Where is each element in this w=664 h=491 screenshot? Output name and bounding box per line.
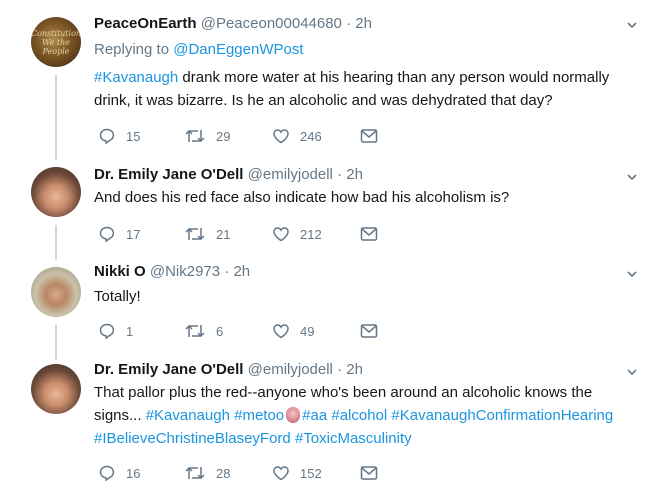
hashtag-link[interactable]: #IBelieveChristineBlaseyFord: [94, 430, 291, 447]
reply-button[interactable]: 17: [98, 224, 140, 244]
message-button[interactable]: [360, 321, 378, 341]
chevron-down-icon[interactable]: [627, 20, 637, 30]
display-name[interactable]: Dr. Emily Jane O'Dell: [94, 166, 243, 183]
pink-hand-emoji: [286, 407, 301, 423]
like-icon: [273, 227, 289, 242]
mention-link[interactable]: @DanEggenWPost: [173, 41, 303, 58]
reply-button[interactable]: 1: [98, 321, 133, 341]
display-name[interactable]: Dr. Emily Jane O'Dell: [94, 361, 243, 378]
retweet-icon: [185, 466, 205, 480]
avatar[interactable]: [31, 267, 81, 317]
like-button[interactable]: 152: [272, 463, 322, 483]
avatar-logo-text: Constitution We the People: [31, 28, 81, 56]
like-button[interactable]: 49: [272, 321, 314, 341]
chevron-down-icon[interactable]: [627, 269, 637, 279]
timestamp[interactable]: 2h: [355, 15, 372, 32]
reply-count: 15: [126, 128, 141, 144]
like-count: 49: [300, 323, 315, 339]
handle[interactable]: @emilyjodell: [248, 166, 333, 183]
avatar[interactable]: [31, 364, 81, 414]
tweet-header: Dr. Emily Jane O'Dell @emilyjodell · 2h: [94, 166, 363, 183]
reply-icon: [99, 323, 115, 339]
tweet-text-segment: Totally!: [94, 288, 141, 305]
message-button[interactable]: [360, 224, 378, 244]
replying-to: Replying to @DanEggenWPost: [94, 41, 304, 58]
timestamp[interactable]: 2h: [346, 166, 363, 183]
hashtag-link[interactable]: #KavanaughConfirmationHearing: [391, 407, 613, 424]
hashtag-link[interactable]: #alcohol: [331, 407, 387, 424]
reply-count: 1: [126, 323, 134, 339]
display-name[interactable]: PeaceOnEarth: [94, 15, 197, 32]
tweet-text-segment: And does his red face also indicate how …: [94, 189, 510, 206]
retweet-count: 6: [216, 323, 224, 339]
chevron-down-icon[interactable]: [627, 367, 637, 377]
tweet-text: And does his red face also indicate how …: [94, 186, 639, 209]
avatar[interactable]: Constitution We the People: [31, 17, 81, 67]
retweet-icon: [185, 129, 205, 143]
retweet-count: 21: [216, 226, 231, 242]
reply-count: 16: [126, 465, 141, 481]
handle[interactable]: @Peaceon00044680: [201, 15, 342, 32]
hashtag-link[interactable]: #aa: [302, 407, 327, 424]
hashtag-link[interactable]: #metoo: [234, 407, 284, 424]
display-name[interactable]: Nikki O: [94, 263, 146, 280]
reply-button[interactable]: 16: [98, 463, 140, 483]
chevron-down-icon[interactable]: [627, 172, 637, 182]
like-count: 212: [300, 226, 322, 242]
like-icon: [273, 324, 289, 339]
retweet-button[interactable]: 28: [184, 463, 230, 483]
message-button[interactable]: [360, 463, 378, 483]
thread-line: [55, 325, 57, 360]
reply-icon: [99, 465, 115, 481]
tweet-header: PeaceOnEarth @Peaceon00044680 · 2h: [94, 15, 372, 32]
tweet-header: Nikki O @Nik2973 · 2h: [94, 263, 251, 280]
like-count: 246: [300, 128, 322, 144]
thread-line: [55, 75, 57, 160]
hashtag-link[interactable]: #ToxicMasculinity: [295, 430, 412, 447]
conversation-thread: Constitution We the People PeaceOnEarth …: [0, 0, 664, 491]
avatar[interactable]: [31, 167, 81, 217]
retweet-icon: [185, 324, 205, 338]
like-count: 152: [300, 465, 322, 481]
message-icon: [360, 129, 378, 143]
message-button[interactable]: [360, 126, 378, 146]
tweet-text: That pallor plus the red--anyone who's b…: [94, 381, 639, 450]
hashtag-link[interactable]: #Kavanaugh: [146, 407, 230, 424]
tweet-text: #Kavanaugh drank more water at his heari…: [94, 66, 639, 112]
reply-icon: [99, 226, 115, 242]
reply-icon: [99, 128, 115, 144]
timestamp[interactable]: 2h: [233, 263, 250, 280]
retweet-button[interactable]: 6: [184, 321, 223, 341]
like-icon: [273, 466, 289, 481]
tweet-header: Dr. Emily Jane O'Dell @emilyjodell · 2h: [94, 361, 363, 378]
handle[interactable]: @Nik2973: [150, 263, 220, 280]
timestamp[interactable]: 2h: [346, 361, 363, 378]
like-button[interactable]: 246: [272, 126, 322, 146]
retweet-button[interactable]: 21: [184, 224, 230, 244]
hashtag-link[interactable]: #Kavanaugh: [94, 69, 178, 86]
retweet-icon: [185, 227, 205, 241]
like-icon: [273, 129, 289, 144]
tweet-text: Totally!: [94, 285, 639, 308]
retweet-count: 28: [216, 465, 231, 481]
like-button[interactable]: 212: [272, 224, 322, 244]
reply-count: 17: [126, 226, 141, 242]
message-icon: [360, 466, 378, 480]
reply-button[interactable]: 15: [98, 126, 140, 146]
retweet-button[interactable]: 29: [184, 126, 230, 146]
message-icon: [360, 227, 378, 241]
message-icon: [360, 324, 378, 338]
thread-line: [55, 225, 57, 260]
handle[interactable]: @emilyjodell: [248, 361, 333, 378]
retweet-count: 29: [216, 128, 231, 144]
